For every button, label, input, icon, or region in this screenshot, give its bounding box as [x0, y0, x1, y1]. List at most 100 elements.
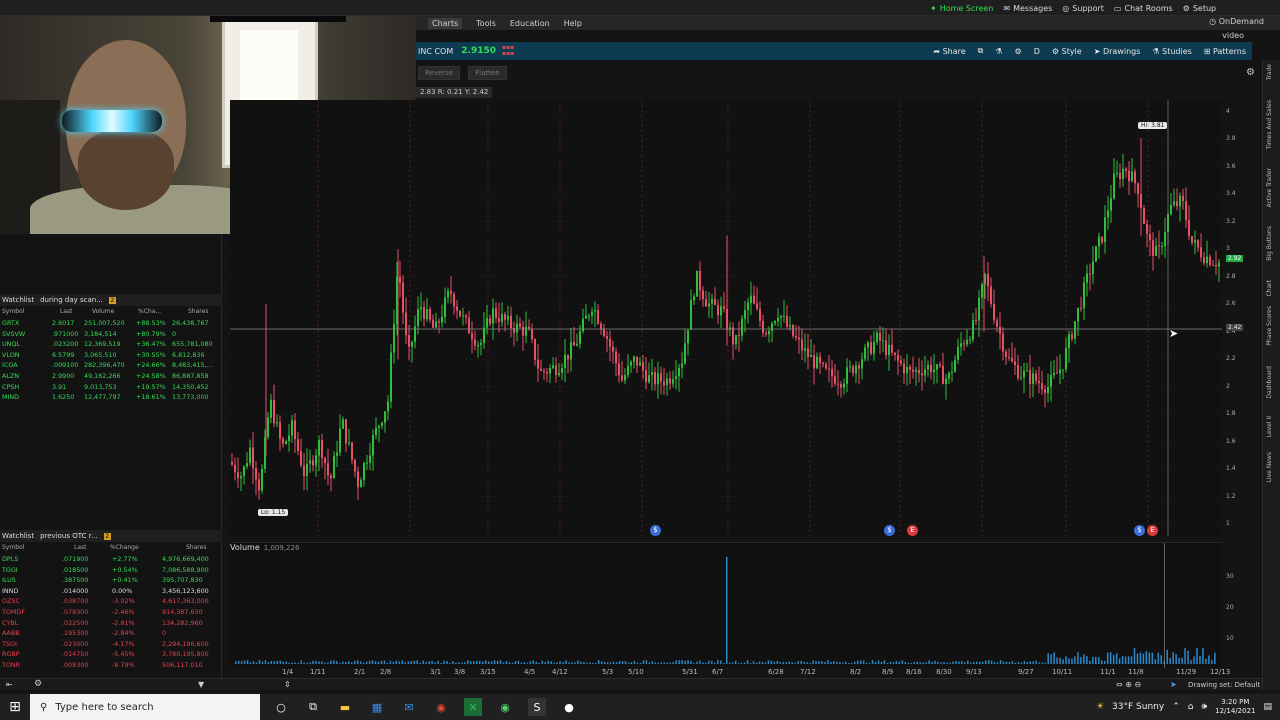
wl1-col-change[interactable]: %Cha... [138, 308, 161, 315]
network-icon[interactable]: ⌂ [1188, 702, 1194, 712]
wl2-col-symbol[interactable]: Symbol [2, 544, 24, 551]
settings-icon[interactable]: ⚙ [1015, 47, 1022, 56]
excel-icon[interactable]: ✕ [464, 698, 482, 716]
watchlist-row[interactable]: TSOI .023000 -4.17% 2,294,196,600 [0, 639, 222, 650]
style-button[interactable]: ⚙ Style [1052, 47, 1082, 56]
chat-rooms-link[interactable]: ▭ Chat Rooms [1114, 4, 1173, 13]
dropdown-icon[interactable]: ▼ [198, 680, 204, 689]
setup-link[interactable]: ⚙ Setup [1183, 4, 1216, 13]
patterns-button[interactable]: ⊞ Patterns [1204, 47, 1246, 56]
watchlist-row[interactable]: CPSH 3.91 9,013,753 +19.57% 14,350,452 [0, 382, 222, 393]
mail-icon[interactable]: ✉ [400, 698, 418, 716]
streaming-app-icon[interactable]: ◉ [496, 698, 514, 716]
expand-icon[interactable]: ⇤ [6, 680, 13, 689]
menu-education[interactable]: Education [510, 19, 550, 28]
cortana-icon[interactable]: ○ [272, 698, 290, 716]
drawing-set-label[interactable]: Drawing set: Default [1188, 681, 1260, 689]
wl2-col-shares[interactable]: Shares [186, 544, 206, 551]
tab-trade[interactable]: Trade [1266, 64, 1273, 80]
watchlist-row[interactable]: AABB .195300 -2.84% 0 [0, 628, 222, 639]
chrome-icon[interactable]: ◉ [432, 698, 450, 716]
chart-settings-icon[interactable]: ⚙ [1246, 67, 1255, 78]
period-button[interactable]: D [1034, 47, 1040, 56]
watchlist-row[interactable]: TONR .008300 -8.79% 506,117,010 [0, 660, 222, 671]
wl1-col-symbol[interactable]: Symbol [2, 308, 24, 315]
taskbar-clock[interactable]: 3:20 PM 12/14/2021 [1215, 698, 1255, 716]
menu-tools[interactable]: Tools [476, 19, 496, 28]
studies-button[interactable]: ⚗ Studies [1152, 47, 1191, 56]
task-view-icon[interactable]: ⧉ [304, 698, 322, 716]
watchlist-row[interactable]: ILUS .387500 +0.41% 395,707,830 [0, 575, 222, 586]
price-chart[interactable] [230, 100, 1222, 536]
flask-icon[interactable]: ⚗ [995, 47, 1002, 56]
wl1-col-last[interactable]: Last [60, 308, 73, 315]
drawings-button[interactable]: ➤ Drawings [1094, 47, 1141, 56]
menu-charts[interactable]: Charts [428, 17, 463, 29]
obs-icon[interactable]: ● [560, 698, 578, 716]
resize-handle-icon[interactable]: ⇕ [284, 680, 291, 689]
notifications-icon[interactable]: ▤ [1263, 702, 1272, 712]
watchlist-row[interactable]: GRTX 2.6017 251,007,520 +88.53% 26,438,767 [0, 318, 222, 329]
candle-body [354, 459, 356, 472]
dividend-event-icon[interactable]: $ [650, 525, 661, 536]
wl2-col-last[interactable]: Last [74, 544, 87, 551]
settings-small-icon[interactable]: ⚙ [34, 679, 42, 689]
taskbar-search-box[interactable]: ⚲ Type here to search [30, 694, 260, 720]
quote-symbol[interactable]: INC COM [418, 47, 453, 56]
candle-body [918, 369, 920, 374]
tab-live-news[interactable]: Live News [1266, 452, 1273, 482]
earnings-event-icon[interactable]: E [1147, 525, 1158, 536]
dividend-event-icon[interactable]: $ [1134, 525, 1145, 536]
watchlist-row[interactable]: RGBP .014750 -5.45% 3,780,195,800 [0, 649, 222, 660]
windows-start-icon[interactable]: ⊞ [0, 694, 30, 720]
tab-times-and-sales[interactable]: Times And Sales [1266, 100, 1273, 149]
tab-dashboard[interactable]: Dashboard [1266, 366, 1273, 399]
flatten-button[interactable]: Flatten [468, 66, 507, 80]
share-button[interactable]: ➦ Share [933, 47, 965, 56]
wl1-col-volume[interactable]: Volume [92, 308, 114, 315]
wl1-col-shares[interactable]: Shares [188, 308, 208, 315]
watchlist-row[interactable]: TGGI .018500 +0.54% 7,086,588,900 [0, 565, 222, 576]
home-screen-link[interactable]: ✦ Home Screen [930, 4, 993, 13]
watchlist-row[interactable]: MIND 1.6250 12,477,797 +18.61% 13,773,000 [0, 392, 222, 403]
watchlist1-title[interactable]: Watchlist [2, 296, 34, 304]
tab-level-ii[interactable]: Level II [1266, 416, 1273, 437]
watchlist2-name[interactable]: previous OTC r... [40, 532, 98, 540]
watchlist1-name[interactable]: during day scan... [40, 296, 103, 304]
volume-icon[interactable]: 🕪 [1201, 702, 1207, 712]
watchlist-row[interactable]: DPLS .071900 +2.77% 4,976,669,400 [0, 554, 222, 565]
ondemand-button[interactable]: ◷ OnDemand [1209, 17, 1264, 26]
dividend-event-icon[interactable]: $ [884, 525, 895, 536]
calculator-icon[interactable]: ▦ [368, 698, 386, 716]
watchlist-row[interactable]: TOMDF .079300 -2.46% 914,387,630 [0, 607, 222, 618]
drawing-cursor-icon[interactable]: ➤ [1170, 680, 1177, 689]
watchlist-row[interactable]: VLON 6.5799 3,065,510 +30.55% 6,812,836 [0, 350, 222, 361]
tab-phase-scores[interactable]: Phase Scores [1266, 306, 1273, 346]
watchlist-row[interactable]: SVSVW .971000 3,184,514 +80.79% 0 [0, 329, 222, 340]
earnings-event-icon[interactable]: E [907, 525, 918, 536]
watchlist-row[interactable]: INND .014000 0.00% 3,456,123,600 [0, 586, 222, 597]
tab-big-buttons[interactable]: Big Buttons [1266, 226, 1273, 261]
menu-help[interactable]: Help [564, 19, 582, 28]
watchlist-row[interactable]: ICOA .009100 282,396,470 +24.66% 8,483,415,.… [0, 360, 222, 371]
watchlist-row[interactable]: UNQL .023200 12,369,519 +36.47% 655,781,080 [0, 339, 222, 350]
watchlist-row[interactable]: CYBL .022500 -2.81% 134,282,960 [0, 618, 222, 629]
messages-link[interactable]: ✉ Messages [1003, 4, 1052, 13]
zoom-controls-icon[interactable]: ⇔ ⊕ ⊖ [1116, 680, 1141, 689]
file-explorer-icon[interactable]: ▬ [336, 698, 354, 716]
detach-icon[interactable]: ⧉ [978, 46, 984, 56]
stocktwits-icon[interactable]: S [528, 698, 546, 716]
reverse-button[interactable]: Reverse [418, 66, 461, 80]
watchlist-row[interactable]: OZSC .038700 -3.02% 4,617,363,000 [0, 596, 222, 607]
tab-active-trader[interactable]: Active Trader [1266, 168, 1273, 207]
support-link[interactable]: ◎ Support [1062, 4, 1104, 13]
tray-chevron-icon[interactable]: ⌃ [1172, 702, 1180, 712]
candle-body [846, 367, 848, 384]
weather-text[interactable]: 33°F Sunny [1112, 702, 1164, 712]
volume-chart[interactable] [230, 542, 1222, 668]
watchlist2-title[interactable]: Watchlist [2, 532, 34, 540]
watchlist-row[interactable]: ALZN 2.9900 49,162,266 +24.58% 86,887,858 [0, 371, 222, 382]
tab-chart[interactable]: Chart [1266, 280, 1273, 297]
video-link[interactable]: video [1222, 31, 1244, 40]
wl2-col-change[interactable]: %Change [110, 544, 139, 551]
